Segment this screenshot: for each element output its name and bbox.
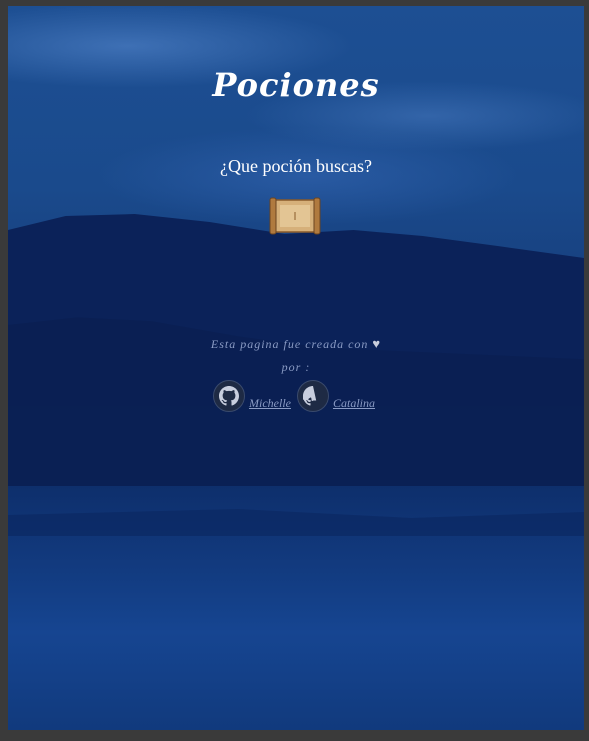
author-link-michelle[interactable]: Michelle (213, 380, 295, 412)
heart-icon: ♥ (372, 336, 382, 351)
author-link-catalina[interactable]: Catalina (296, 380, 379, 412)
author-links: Michelle Catalina (8, 380, 584, 412)
by-text: por : (281, 360, 311, 374)
author-name: Catalina (332, 395, 375, 410)
github-icon (213, 380, 245, 412)
author-name: Michelle (249, 395, 291, 410)
page-background: Pociones ¿Que poción buscas? Esta pagina… (8, 6, 584, 730)
footer-credit: Esta pagina fue creada con ♥ por : (8, 336, 584, 375)
scroll-icon[interactable] (268, 196, 322, 236)
github-icon (296, 380, 329, 412)
page-title: Pociones (212, 66, 380, 104)
page-subtitle: ¿Que poción buscas? (220, 156, 372, 176)
credit-text: Esta pagina fue creada con (210, 337, 369, 351)
footer-credit-line: Esta pagina fue creada con ♥ (8, 336, 584, 352)
